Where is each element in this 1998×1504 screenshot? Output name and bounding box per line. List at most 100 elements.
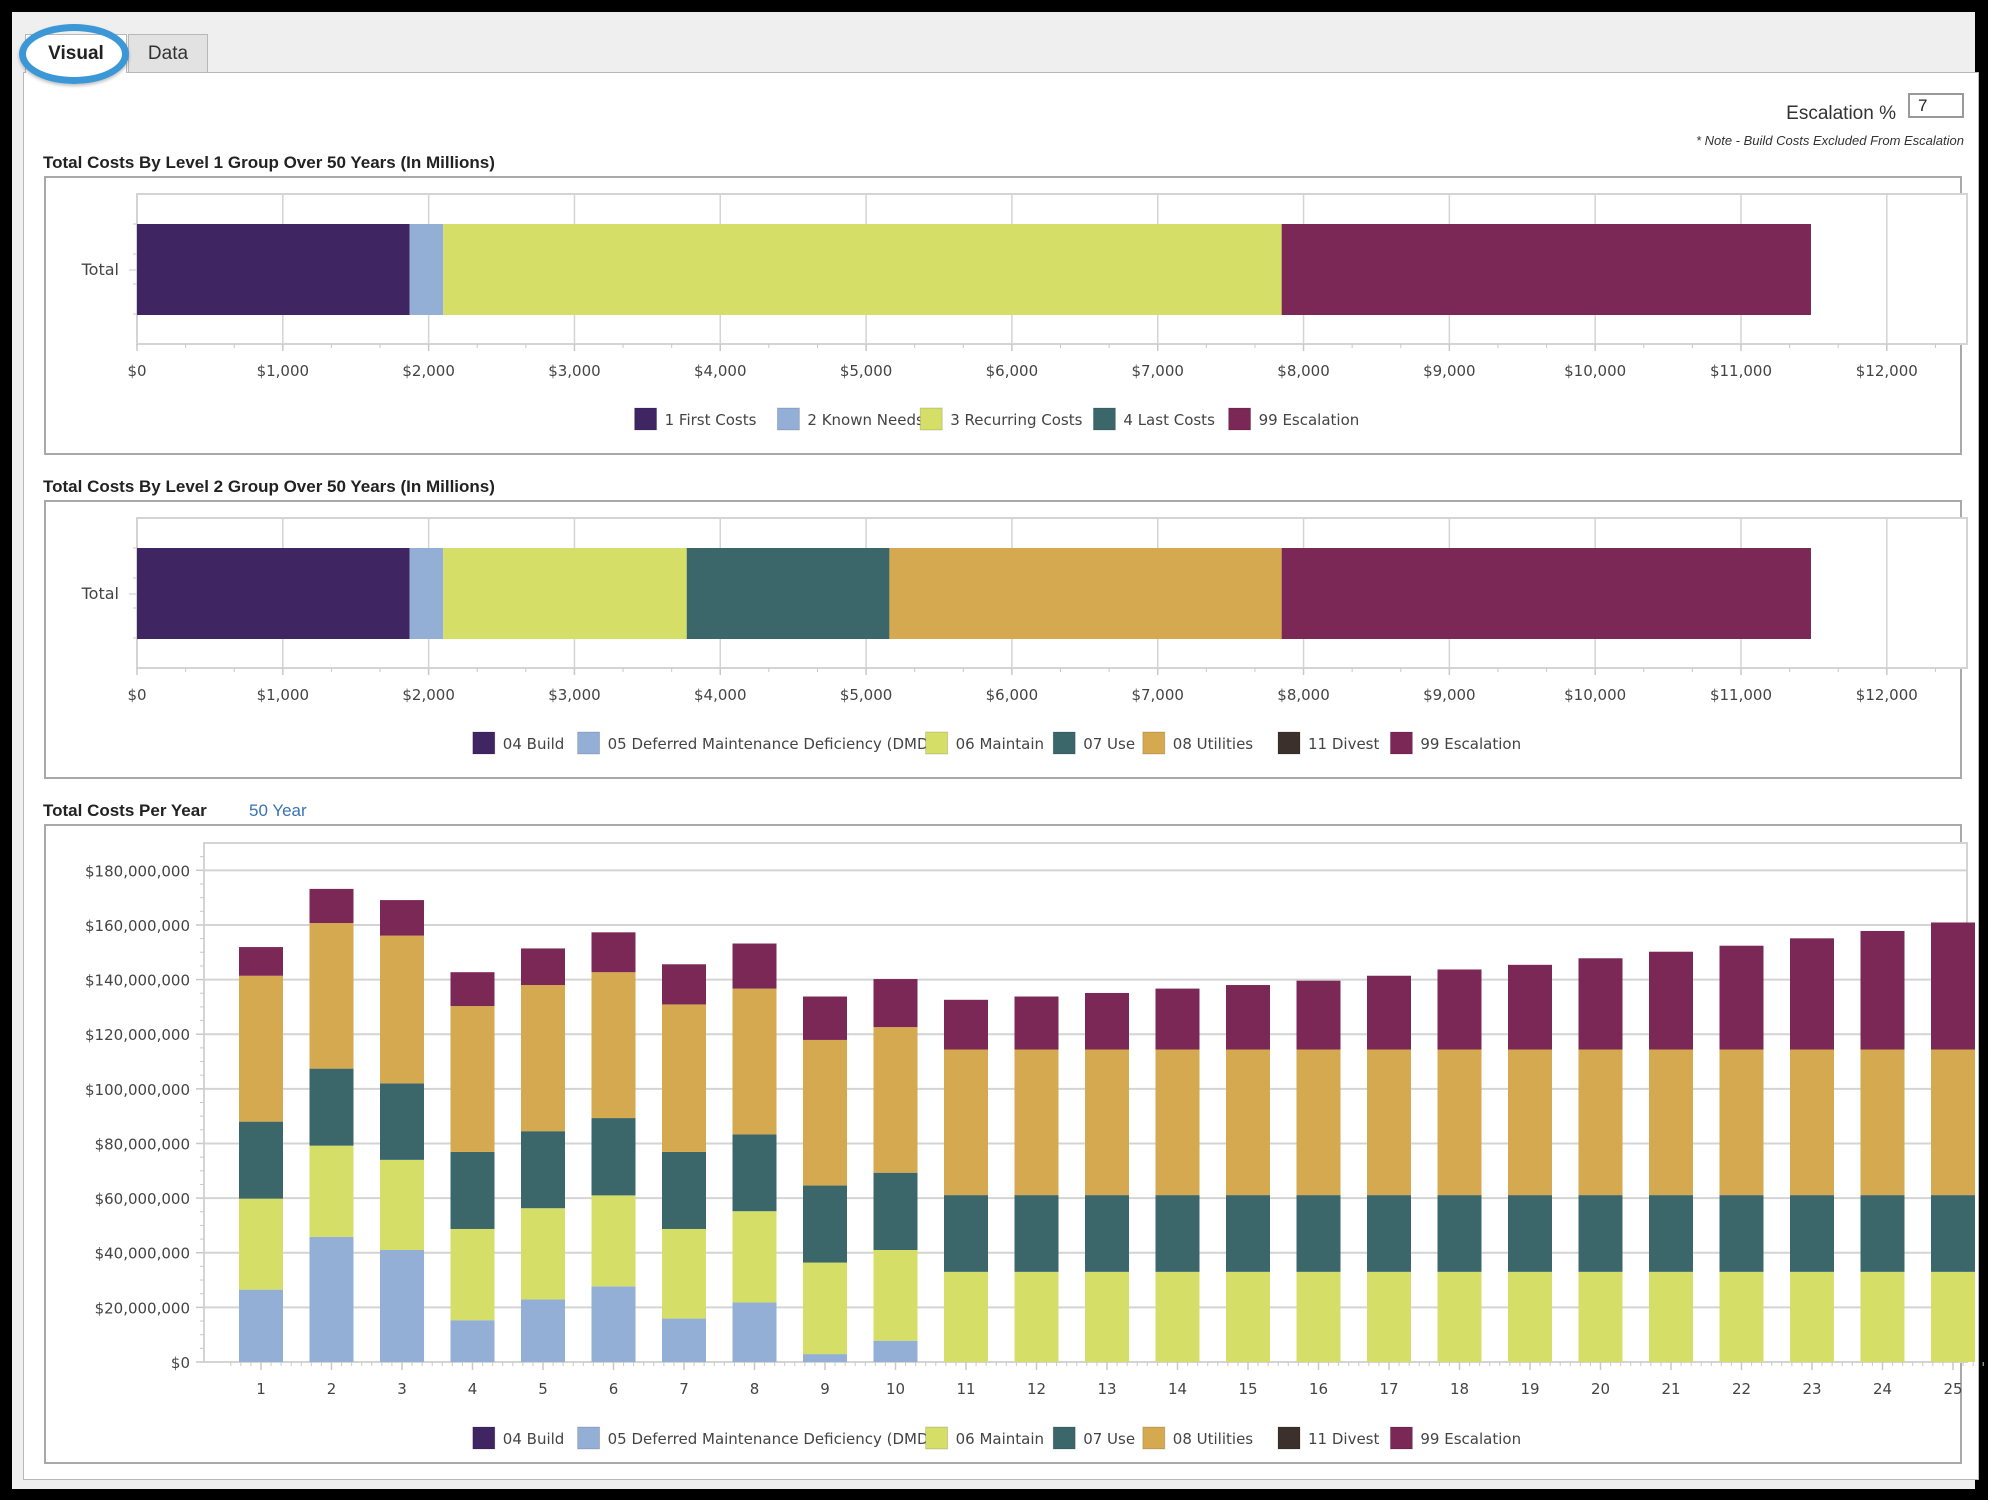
bar-segment-utilities[interactable] [239, 975, 283, 1122]
escalation-input[interactable] [1908, 93, 1964, 118]
bar-segment-maintain[interactable] [1296, 1271, 1341, 1362]
bar-segment-escalation[interactable] [450, 972, 495, 1007]
bar-segment-escalation[interactable] [239, 947, 283, 976]
bar-segment-maintain[interactable] [732, 1211, 777, 1303]
bar-segment-maintain[interactable] [662, 1228, 706, 1319]
bar-segment-use[interactable] [1508, 1195, 1552, 1272]
bar-segment-escalation[interactable] [591, 932, 636, 973]
bar-segment-dmd[interactable] [409, 224, 444, 315]
bar-segment-escalation[interactable] [380, 900, 424, 936]
bar-segment-maintain[interactable] [239, 1198, 283, 1290]
bar-segment-dmd[interactable] [450, 1320, 495, 1362]
bar-segment-utilities[interactable] [1860, 1049, 1905, 1196]
bar-segment-escalation[interactable] [662, 964, 706, 1005]
legend-item[interactable]: 99 Escalation [1228, 407, 1360, 431]
bar-segment-use[interactable] [1649, 1195, 1693, 1272]
bar-segment-use[interactable] [873, 1172, 918, 1251]
bar-segment-maintain[interactable] [803, 1262, 847, 1355]
bar-segment-escalation[interactable] [1508, 964, 1552, 1050]
bar-segment-utilities[interactable] [1085, 1049, 1129, 1196]
bar-segment-utilities[interactable] [1155, 1049, 1200, 1196]
bar-segment-maintain[interactable] [450, 1228, 495, 1321]
bar-segment-use[interactable] [1931, 1195, 1975, 1272]
bar-segment-utilities[interactable] [1226, 1049, 1270, 1196]
bar-segment-dmd[interactable] [521, 1299, 565, 1362]
bar-segment-escalation[interactable] [873, 979, 918, 1028]
bar-segment-escalation[interactable] [1014, 996, 1059, 1050]
legend-item[interactable]: 06 Maintain [925, 1426, 1044, 1450]
bar-segment-utilities[interactable] [1437, 1049, 1482, 1196]
bar-segment-utilities[interactable] [732, 988, 777, 1135]
legend-item[interactable]: 04 Build [472, 731, 565, 755]
bar-segment-dmd[interactable] [309, 1236, 354, 1362]
legend-item[interactable]: 08 Utilities [1142, 1426, 1253, 1450]
bar-segment-maintain[interactable] [1014, 1271, 1059, 1362]
bar-segment-escalation[interactable] [1649, 951, 1693, 1050]
bar-segment-maintain[interactable] [944, 1271, 988, 1362]
tab-visual[interactable]: Visual [25, 34, 127, 73]
bar-segment-use[interactable] [686, 548, 890, 639]
bar-segment-use[interactable] [1155, 1195, 1200, 1272]
bar-segment-maintain[interactable] [309, 1145, 354, 1237]
bar-segment-escalation[interactable] [1367, 975, 1411, 1050]
bar-segment-escalation[interactable] [1719, 945, 1764, 1050]
year-range-link[interactable]: 50 Year [249, 801, 307, 821]
legend-item[interactable]: 1 First Costs [634, 407, 757, 431]
bar-segment-maintain[interactable] [1649, 1271, 1693, 1362]
legend-item[interactable]: 06 Maintain [925, 731, 1044, 755]
legend-item[interactable]: 07 Use [1052, 1426, 1135, 1450]
bar-segment-use[interactable] [944, 1195, 988, 1272]
bar-segment-escalation[interactable] [1296, 980, 1341, 1050]
bar-segment-dmd[interactable] [873, 1340, 918, 1362]
bar-segment-maintain[interactable] [1719, 1271, 1764, 1362]
bar-segment-utilities[interactable] [380, 935, 424, 1084]
bar-segment-use[interactable] [239, 1121, 283, 1199]
bar-segment-maintain[interactable] [1155, 1271, 1200, 1362]
bar-segment-use[interactable] [1014, 1195, 1059, 1272]
bar-segment-escalation[interactable] [1437, 969, 1482, 1050]
bar-segment-escalation[interactable] [1281, 224, 1811, 315]
bar-segment-use[interactable] [309, 1068, 354, 1146]
bar-segment-use[interactable] [521, 1131, 565, 1209]
bar-segment-use[interactable] [1226, 1195, 1270, 1272]
bar-segment-dmd[interactable] [803, 1354, 847, 1362]
legend-item[interactable]: 11 Divest [1277, 731, 1379, 755]
bar-segment-use[interactable] [1085, 1195, 1129, 1272]
bar-segment-escalation[interactable] [803, 996, 847, 1040]
bar-segment-maintain[interactable] [873, 1250, 918, 1341]
bar-segment-use[interactable] [591, 1118, 636, 1196]
legend-item[interactable]: 05 Deferred Maintenance Deficiency (DMD) [577, 731, 935, 755]
bar-segment-use[interactable] [1296, 1195, 1341, 1272]
bar-segment-maintain[interactable] [1085, 1271, 1129, 1362]
bar-segment-maintain[interactable] [1508, 1271, 1552, 1362]
bar-segment-escalation[interactable] [521, 948, 565, 986]
bar-segment-dmd[interactable] [662, 1318, 706, 1362]
bar-segment-utilities[interactable] [1719, 1049, 1764, 1196]
bar-segment-dmd[interactable] [239, 1289, 283, 1362]
bar-segment-utilities[interactable] [944, 1049, 988, 1196]
bar-segment-maintain[interactable] [521, 1208, 565, 1300]
bar-segment-maintain[interactable] [1931, 1271, 1975, 1362]
legend-item[interactable]: 08 Utilities [1142, 731, 1253, 755]
bar-segment-escalation[interactable] [1226, 985, 1270, 1050]
bar-segment-use[interactable] [1860, 1195, 1905, 1272]
bar-segment-escalation[interactable] [309, 888, 354, 924]
legend-item[interactable]: 2 Known Needs [776, 407, 924, 431]
bar-segment-utilities[interactable] [803, 1039, 847, 1186]
legend-item[interactable]: 99 Escalation [1389, 731, 1521, 755]
bar-segment-use[interactable] [803, 1185, 847, 1263]
legend-item[interactable]: 4 Last Costs [1092, 407, 1215, 431]
bar-segment-use[interactable] [662, 1151, 706, 1229]
bar-segment-dmd[interactable] [591, 1286, 636, 1362]
legend-item[interactable]: 05 Deferred Maintenance Deficiency (DMD) [577, 1426, 935, 1450]
bar-segment-utilities[interactable] [309, 923, 354, 1069]
bar-segment-use[interactable] [380, 1083, 424, 1160]
bar-segment-use[interactable] [1437, 1195, 1482, 1272]
bar-segment-use[interactable] [1578, 1195, 1623, 1272]
bar-segment-maintain[interactable] [380, 1159, 424, 1251]
bar-segment-escalation[interactable] [1860, 930, 1905, 1050]
bar-segment-escalation[interactable] [1578, 958, 1623, 1050]
bar-segment-utilities[interactable] [1578, 1049, 1623, 1196]
bar-segment-utilities[interactable] [873, 1027, 918, 1173]
bar-segment-utilities[interactable] [1508, 1049, 1552, 1196]
